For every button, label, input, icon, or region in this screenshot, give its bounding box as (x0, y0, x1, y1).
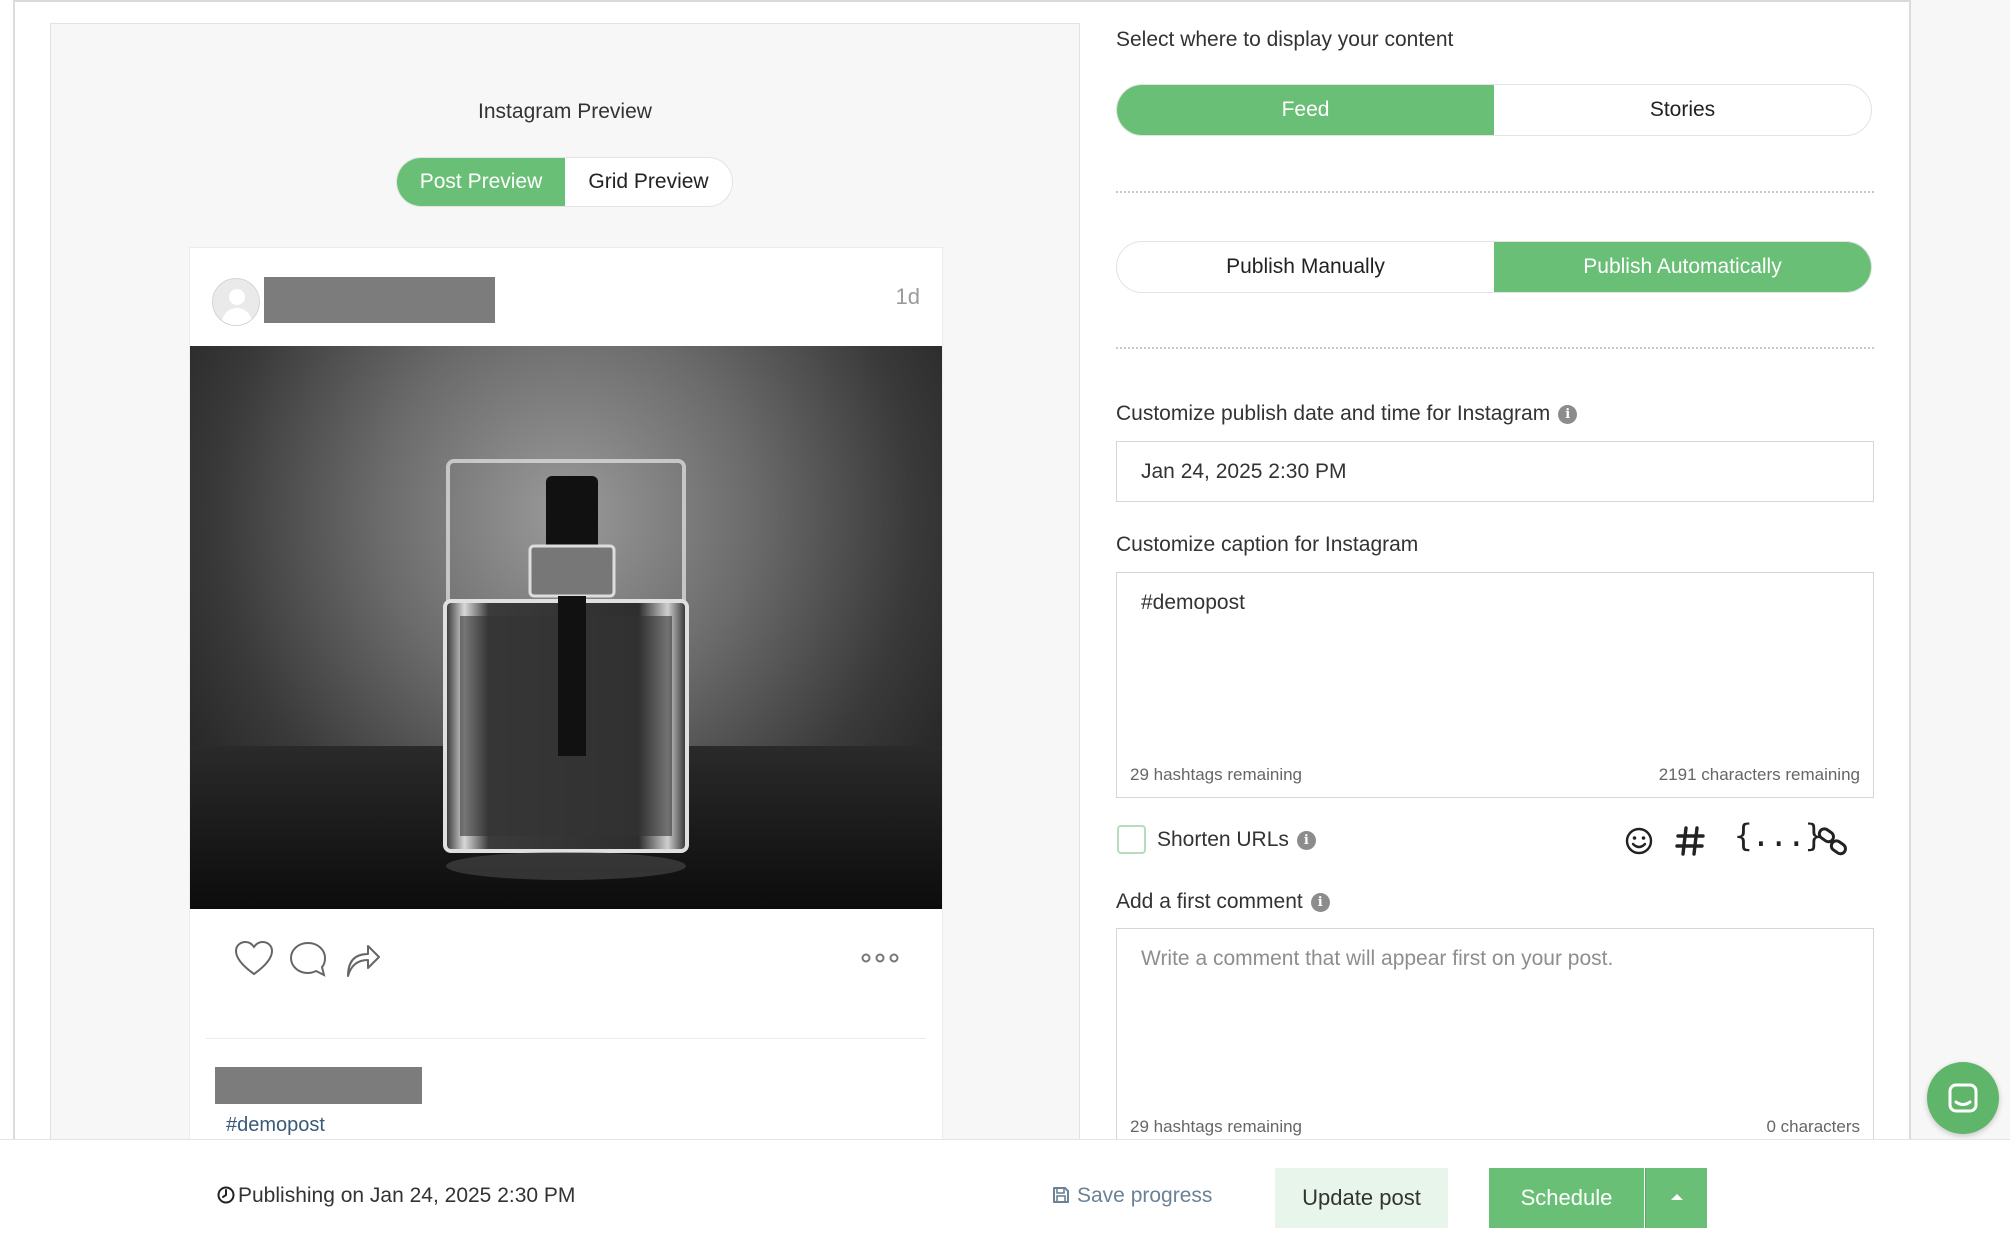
info-icon[interactable]: i (1558, 405, 1578, 424)
hashtag-icon[interactable] (1675, 825, 1705, 857)
post-time: 1d (895, 284, 920, 309)
info-icon[interactable]: i (1296, 831, 1316, 850)
heart-icon[interactable] (234, 940, 274, 980)
preview-mode-toggle: Post Preview Grid Preview (396, 157, 733, 207)
tab-publish-manually[interactable]: Publish Manually (1117, 242, 1494, 292)
instagram-preview-panel: Instagram Preview Post Preview Grid Prev… (50, 23, 1080, 1141)
right-gutter (1911, 0, 2010, 1140)
placement-toggle: Feed Stories (1116, 84, 1872, 136)
window-left-border (13, 0, 15, 1140)
shorten-urls-label: Shorten URLs i (1157, 828, 1316, 852)
caption-account-redacted (215, 1067, 422, 1104)
tab-post-preview[interactable]: Post Preview (397, 158, 565, 206)
publishing-status: Publishing on Jan 24, 2025 2:30 PM (216, 1184, 575, 1208)
first-comment-label: Add a first comment i (1116, 890, 1330, 914)
caption-characters-remaining: 2191 characters remaining (1658, 765, 1860, 784)
shorten-urls-label-text: Shorten URLs (1157, 828, 1289, 851)
schedule-button[interactable]: Schedule (1489, 1168, 1644, 1228)
publish-date-label: Customize publish date and time for Inst… (1116, 402, 1578, 426)
caption-hashtag[interactable]: #demopost (226, 1114, 325, 1137)
caret-up-icon (1671, 1194, 1683, 1200)
caption-value: #demopost (1141, 591, 1245, 614)
first-comment-placeholder: Write a comment that will appear first o… (1141, 947, 1614, 970)
first-comment-label-text: Add a first comment (1116, 890, 1303, 913)
update-post-button[interactable]: Update post (1275, 1168, 1448, 1228)
section-divider (1116, 347, 1874, 349)
tab-feed[interactable]: Feed (1117, 85, 1494, 135)
clock-icon (217, 1186, 235, 1204)
post-divider (206, 1038, 926, 1039)
post-actions (190, 940, 942, 996)
comment-hashtags-remaining: 29 hashtags remaining (1130, 1117, 1303, 1136)
avatar (212, 278, 260, 326)
info-icon[interactable]: i (1310, 893, 1330, 912)
preview-title: Instagram Preview (478, 100, 652, 123)
shorten-urls-checkbox[interactable] (1117, 825, 1146, 854)
link-icon[interactable] (1817, 827, 1849, 857)
save-progress-button[interactable]: Save progress (1051, 1184, 1212, 1208)
chat-icon (1948, 1083, 1978, 1113)
more-options-icon[interactable] (860, 952, 900, 964)
section-divider (1116, 191, 1874, 193)
caption-hashtags-remaining: 29 hashtags remaining (1130, 765, 1303, 784)
display-location-label: Select where to display your content (1116, 28, 1454, 51)
account-name-redacted (264, 277, 495, 323)
schedule-options-button[interactable] (1645, 1168, 1707, 1228)
tab-grid-preview[interactable]: Grid Preview (565, 158, 732, 206)
tab-publish-automatically[interactable]: Publish Automatically (1494, 242, 1871, 292)
save-icon (1053, 1187, 1069, 1203)
save-progress-label: Save progress (1077, 1184, 1213, 1207)
share-icon[interactable] (342, 940, 382, 980)
comment-character-count: 0 characters (1766, 1117, 1860, 1136)
caption-textarea[interactable]: #demopost 29 hashtags remaining 2191 cha… (1116, 572, 1874, 798)
comment-icon[interactable] (288, 940, 328, 980)
publish-date-input[interactable]: Jan 24, 2025 2:30 PM (1116, 441, 1874, 502)
publish-date-value: Jan 24, 2025 2:30 PM (1141, 460, 1347, 483)
variables-icon[interactable]: {...} (1734, 818, 1823, 854)
emoji-icon[interactable] (1624, 826, 1654, 856)
publish-mode-toggle: Publish Manually Publish Automatically (1116, 241, 1872, 293)
tab-stories[interactable]: Stories (1494, 85, 1871, 135)
first-comment-textarea[interactable]: Write a comment that will appear first o… (1116, 928, 1874, 1140)
publish-date-label-text: Customize publish date and time for Inst… (1116, 402, 1551, 425)
instagram-post-card: 1d #demopost (189, 247, 943, 1141)
window-top-border (14, 0, 1912, 3)
caption-label: Customize caption for Instagram (1116, 533, 1419, 556)
post-image (190, 346, 942, 909)
bottom-action-bar: Publishing on Jan 24, 2025 2:30 PM Save … (0, 1139, 2010, 1237)
publishing-status-text: Publishing on Jan 24, 2025 2:30 PM (238, 1184, 576, 1207)
chat-support-button[interactable] (1927, 1062, 1999, 1134)
